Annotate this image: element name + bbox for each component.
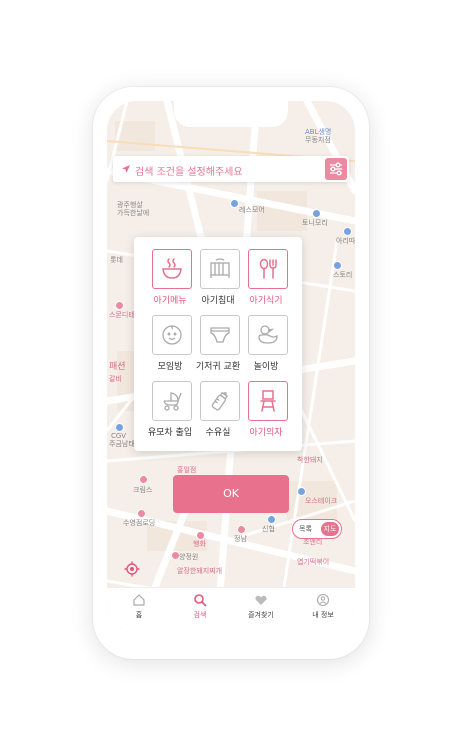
high-chair-icon [260, 390, 276, 412]
option-box [248, 381, 288, 421]
toggle-map[interactable]: 지도 [321, 522, 339, 536]
option-baby-cutlery[interactable]: 아기식기 [240, 249, 292, 313]
diaper-icon [210, 327, 230, 343]
stroller-icon [163, 392, 182, 411]
bottom-nav: 홈 검색 즐겨찾기 내 정보 [107, 587, 355, 633]
baby-face-icon [162, 325, 182, 345]
option-box [152, 315, 192, 355]
nav-label: 내 정보 [312, 611, 334, 619]
nav-home[interactable]: 홈 [113, 593, 165, 620]
nav-label: 홈 [135, 611, 143, 619]
option-label: 아기식기 [249, 296, 283, 306]
baby-bottle-icon [211, 391, 228, 411]
app-screen: ABL생명 무동지점 광주행살 가득한날에 레스모어 토니모리 아리따 스토리 … [107, 101, 355, 633]
option-box [200, 249, 240, 289]
nav-favorites[interactable]: 즐겨찾기 [235, 593, 287, 620]
rubber-duck-icon [258, 325, 278, 344]
option-box [248, 249, 288, 289]
view-toggle[interactable]: 목록 지도 [292, 519, 342, 539]
option-label: 아기의자 [249, 428, 283, 438]
option-box [152, 381, 192, 421]
option-baby-chair[interactable]: 아기의자 [240, 381, 292, 445]
option-box [248, 315, 288, 355]
baby-food-bowl-icon [162, 258, 182, 279]
current-location-icon[interactable] [124, 561, 140, 577]
ok-button[interactable]: OK [173, 475, 289, 513]
option-label: 놀이방 [253, 362, 279, 372]
heart-icon [255, 595, 267, 605]
option-box [200, 381, 240, 421]
filter-modal: 아기메뉴 아기침대 아기식기 모임방 기저귀 교환 놀이방 유모차 출입 수유실… [134, 237, 302, 451]
option-box [152, 249, 192, 289]
nav-label: 검색 [193, 611, 207, 619]
search-icon [194, 594, 207, 607]
option-playroom[interactable]: 놀이방 [240, 315, 292, 379]
nav-label: 즐겨찾기 [248, 611, 274, 619]
nav-my-info[interactable]: 내 정보 [297, 593, 349, 620]
baby-cutlery-icon [259, 258, 277, 279]
toggle-list[interactable]: 목록 [299, 524, 312, 534]
option-box [200, 315, 240, 355]
home-icon [133, 594, 145, 606]
crib-icon [210, 258, 230, 278]
nav-search[interactable]: 검색 [174, 593, 226, 620]
profile-icon [316, 593, 330, 607]
